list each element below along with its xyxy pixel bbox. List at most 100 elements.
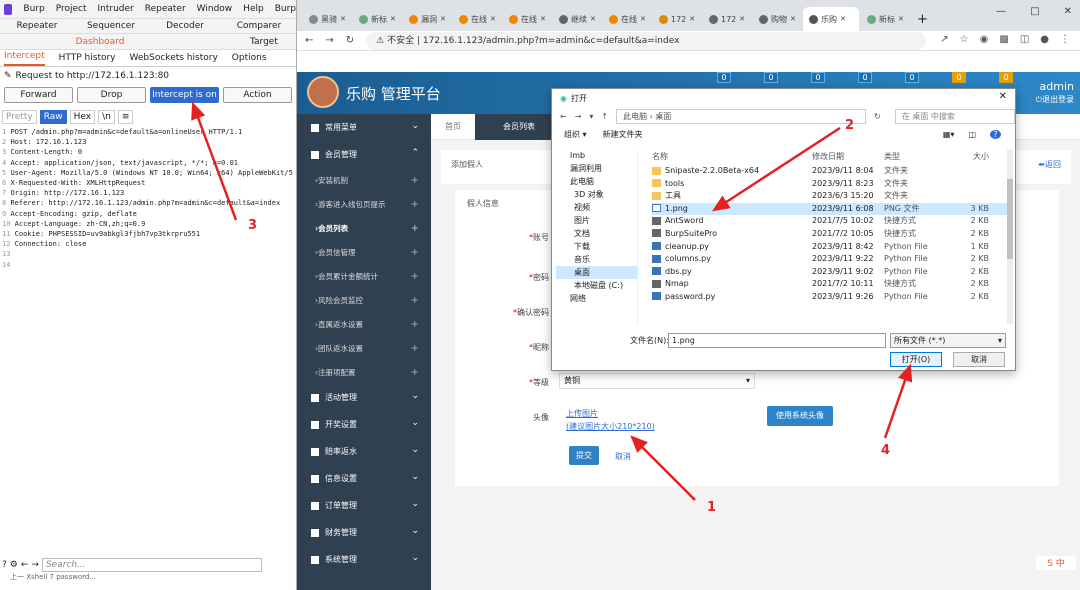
menu-window[interactable]: Window xyxy=(197,4,233,14)
tab-sequencer[interactable]: Sequencer xyxy=(74,19,148,33)
dialog-breadcrumb[interactable]: 此电脑 › 桌面 xyxy=(616,108,867,124)
sidepanel-icon[interactable]: ◫ xyxy=(1020,34,1029,45)
tab-close-icon[interactable]: ✕ xyxy=(490,15,496,23)
browser-tab[interactable]: 172 ✕ xyxy=(653,7,701,31)
tab-close-icon[interactable]: ✕ xyxy=(790,15,796,23)
file-row[interactable]: Nmap 2021/7/2 10:11 快捷方式 2 KB xyxy=(652,278,1007,291)
action-button[interactable]: Action xyxy=(223,87,292,103)
open-button[interactable]: 打开(O) xyxy=(890,352,942,367)
view-pretty[interactable]: Pretty xyxy=(2,110,37,124)
submit-button[interactable]: 提交 xyxy=(569,446,599,465)
dlg-recent-icon[interactable]: ▾ xyxy=(589,112,593,121)
file-row[interactable]: 1.png 2023/9/11 6:08 PNG 文件 3 KB xyxy=(652,202,1007,216)
tab-home[interactable]: 首页 xyxy=(431,114,475,140)
filename-input[interactable]: 1.png xyxy=(668,333,886,348)
sidebar-item[interactable]: › 安装机制 + xyxy=(297,168,431,192)
dialog-search-input[interactable]: 在 桌面 中搜索 xyxy=(894,108,1015,124)
sidebar-item[interactable]: › 注册项配置 + xyxy=(297,360,431,384)
sidebar-item[interactable]: › 游客进入线包页提示 + xyxy=(297,192,431,216)
back-icon[interactable]: ← xyxy=(305,35,313,46)
header-badge[interactable]: 0 xyxy=(999,72,1013,83)
dialog-help-icon[interactable]: ? xyxy=(990,129,1001,139)
logout-link[interactable]: ⏻退出登录 xyxy=(1036,93,1074,106)
cancel-link[interactable]: 取消 xyxy=(615,451,631,462)
request-editor[interactable]: 1 POST /admin.php?m=admin&c=default&a=on… xyxy=(0,127,296,270)
browser-tab[interactable]: 购物 ✕ xyxy=(753,7,801,31)
nav-tree-item[interactable]: 音乐 xyxy=(556,253,637,266)
sidebar-group[interactable]: 系统管理 ⌄ xyxy=(297,546,431,573)
nav-tree-item[interactable]: 文档 xyxy=(556,227,637,240)
prev-arrow-icon[interactable]: ← xyxy=(21,560,29,570)
gear-icon[interactable]: ⚙ xyxy=(10,560,18,570)
browser-tab[interactable]: 在线 ✕ xyxy=(503,7,551,31)
new-tab-button[interactable]: + xyxy=(911,12,934,31)
new-folder-button[interactable]: 新建文件夹 xyxy=(603,129,643,140)
user-area[interactable]: admin ⏻退出登录 xyxy=(1036,80,1074,106)
dlg-forward-icon[interactable]: → xyxy=(575,112,582,121)
file-list-scrollbar[interactable] xyxy=(1007,149,1013,324)
extension-icon[interactable]: ◉ xyxy=(980,34,989,45)
col-size[interactable]: 大小 xyxy=(957,149,989,165)
tab-close-icon[interactable]: ✕ xyxy=(689,15,695,23)
sidebar-item[interactable]: › 会员信管理 + xyxy=(297,240,431,264)
tab-close-icon[interactable]: ✕ xyxy=(739,15,745,23)
search-input[interactable]: Search... xyxy=(41,558,262,572)
sidebar-item[interactable]: › 团队返水设置 + xyxy=(297,336,431,360)
forward-icon[interactable]: → xyxy=(325,35,333,46)
maximize-icon[interactable]: □ xyxy=(1030,6,1039,17)
forward-button[interactable]: Forward xyxy=(4,87,73,103)
header-badge[interactable]: 0 xyxy=(811,72,825,83)
col-type[interactable]: 类型 xyxy=(884,149,957,165)
sidebar-item[interactable]: › 会员列表 + xyxy=(297,216,431,240)
header-badge[interactable]: 0 xyxy=(905,72,919,83)
sidebar-group[interactable]: 开奖设置 ⌄ xyxy=(297,411,431,438)
file-row[interactable]: columns.py 2023/9/11 9:22 Python File 2 KB xyxy=(652,253,1007,266)
tab-close-icon[interactable]: ✕ xyxy=(390,15,396,23)
menu-project[interactable]: Project xyxy=(56,4,87,14)
dlg-back-icon[interactable]: ← xyxy=(560,112,567,121)
view-raw[interactable]: Raw xyxy=(39,110,67,124)
tab-close-icon[interactable]: ✕ xyxy=(840,15,846,23)
file-row[interactable]: cleanup.py 2023/9/11 8:42 Python File 1 KB xyxy=(652,241,1007,254)
menu-intruder[interactable]: Intruder xyxy=(98,4,134,14)
drop-button[interactable]: Drop xyxy=(77,87,146,103)
dlg-up-icon[interactable]: ↑ xyxy=(601,112,608,121)
next-arrow-icon[interactable]: → xyxy=(31,560,39,570)
col-name[interactable]: 名称 xyxy=(652,149,812,165)
nav-tree-item[interactable]: 下载 xyxy=(556,240,637,253)
use-system-avatar-button[interactable]: 使用系统头像 xyxy=(767,406,833,426)
view-newline[interactable]: \n xyxy=(98,110,115,124)
nav-tree-item[interactable]: 此电脑 xyxy=(556,175,637,188)
upload-image-link[interactable]: 上传图片 xyxy=(566,408,598,419)
url-input[interactable]: ⚠ 不安全 | 172.16.1.123/admin.php?m=admin&c… xyxy=(366,31,927,50)
file-row[interactable]: password.py 2023/9/11 9:26 Python File 2 KB xyxy=(652,291,1007,304)
nav-tree-item[interactable]: 桌面 xyxy=(556,266,637,279)
nav-tree-item[interactable]: 视频 xyxy=(556,201,637,214)
tab-dashboard[interactable]: Dashboard xyxy=(60,34,140,49)
file-row[interactable]: 工具 2023/6/3 15:20 文件夹 xyxy=(652,190,1007,203)
dialog-cancel-button[interactable]: 取消 xyxy=(953,352,1005,367)
file-row[interactable]: tools 2023/9/11 8:23 文件夹 xyxy=(652,178,1007,191)
sidebar-group[interactable]: 信息设置 ⌄ xyxy=(297,465,431,492)
sidebar-item[interactable]: › 会员累计金额统计 + xyxy=(297,264,431,288)
file-row[interactable]: Snipaste-2.2.0Beta-x64 2023/9/11 8:04 文件夹 xyxy=(652,165,1007,178)
browser-tab[interactable]: 乐购 ✕ xyxy=(803,7,859,31)
sidebar-group[interactable]: 常用菜单 ⌄ xyxy=(297,114,431,141)
browser-tab[interactable]: 漏洞 ✕ xyxy=(403,7,451,31)
tab-close-icon[interactable]: ✕ xyxy=(898,15,904,23)
tab-close-icon[interactable]: ✕ xyxy=(440,15,446,23)
sidebar-group[interactable]: 财务管理 ⌄ xyxy=(297,519,431,546)
share-icon[interactable]: ↗ xyxy=(940,34,948,45)
nav-tree-item[interactable]: 3D 对象 xyxy=(556,188,637,201)
tab-close-icon[interactable]: ✕ xyxy=(340,15,346,23)
preview-pane-icon[interactable]: ◫ xyxy=(968,130,976,139)
tab-comparer[interactable]: Comparer xyxy=(222,19,296,33)
sidebar-item[interactable]: › 直属返水设置 + xyxy=(297,312,431,336)
reload-icon[interactable]: ↻ xyxy=(346,35,354,46)
browser-tab[interactable]: 新标 ✕ xyxy=(353,7,401,31)
view-mode-icon[interactable]: ▦▾ xyxy=(943,130,955,139)
back-link[interactable]: ⬅返回 xyxy=(1038,159,1061,170)
tab-close-icon[interactable]: ✕ xyxy=(540,15,546,23)
file-row[interactable]: AntSword 2021/7/5 10:02 快捷方式 2 KB xyxy=(652,215,1007,228)
star-icon[interactable]: ☆ xyxy=(960,34,969,45)
